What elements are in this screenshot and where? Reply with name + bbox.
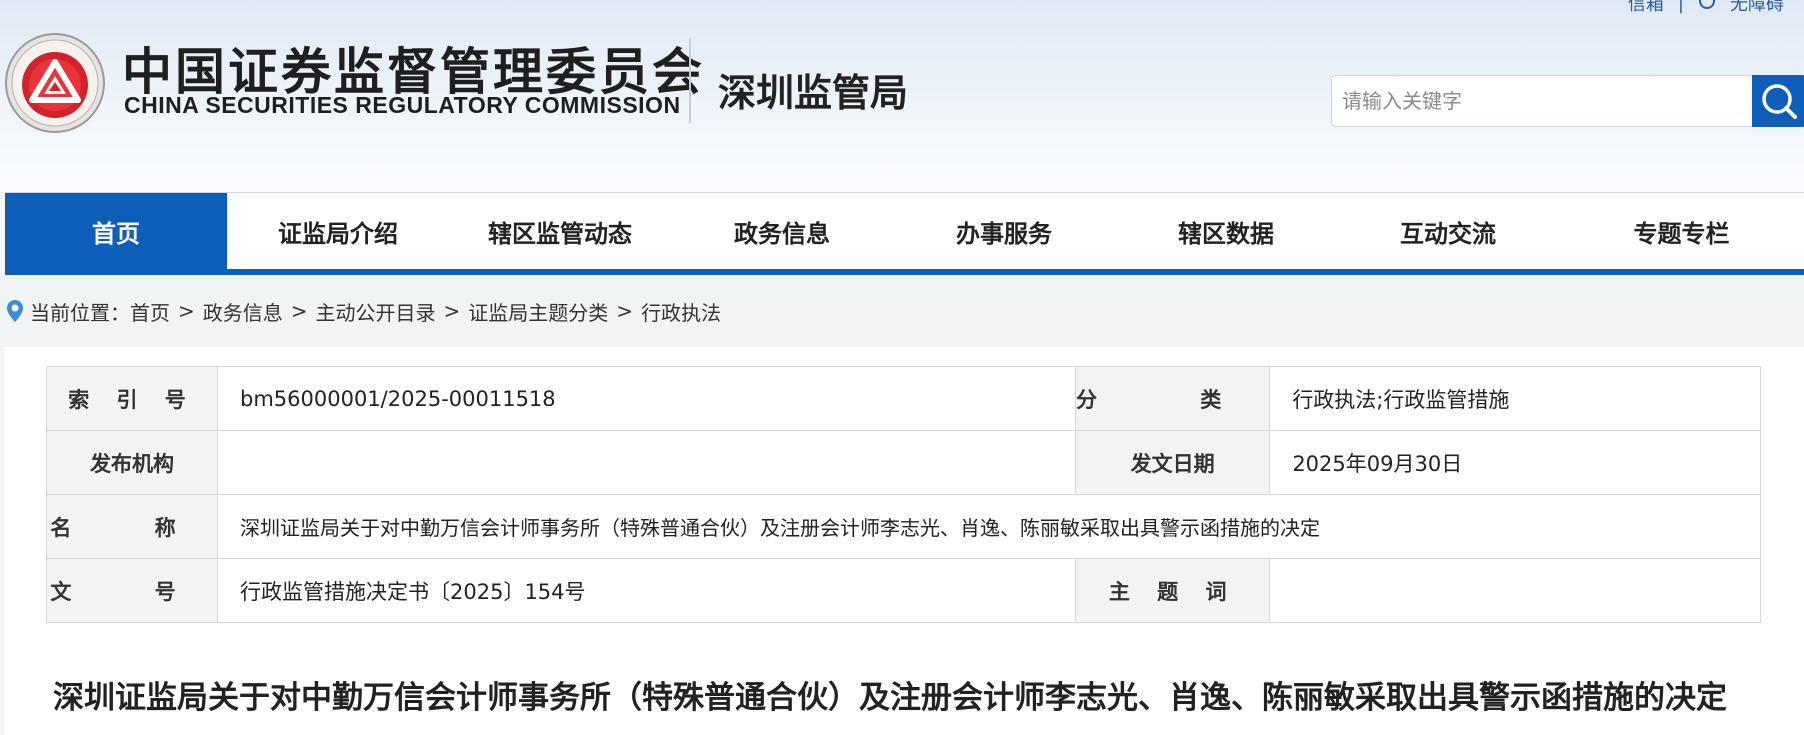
breadcrumb-administrative-enforcement[interactable]: 行政执法 <box>641 297 721 326</box>
table-row: 名 称 深圳证监局关于对中勤万信会计师事务所（特殊普通合伙）及注册会计师李志光、… <box>46 494 1761 559</box>
bureau-name: 深圳监管局 <box>718 71 909 115</box>
table-row: 文 号 行政监管措施决定书〔2025〕154号 主 题 词 <box>46 558 1761 623</box>
document-metadata-table: 索 引 号 bm56000001/2025-00011518 分 类 行政执法;… <box>46 366 1761 623</box>
breadcrumb-disclosure-catalog[interactable]: 主动公开目录 <box>316 297 436 326</box>
top-links-separator: | <box>1677 0 1684 14</box>
publisher-label: 发布机构 <box>46 430 218 495</box>
category-label: 分 类 <box>1074 366 1271 431</box>
breadcrumb-separator: > <box>178 299 195 323</box>
breadcrumb-government-info[interactable]: 政务信息 <box>203 297 283 326</box>
search-button[interactable] <box>1752 75 1804 127</box>
nav-government-info[interactable]: 政务信息 <box>671 193 893 270</box>
search-input[interactable] <box>1331 75 1753 127</box>
nav-home[interactable]: 首页 <box>5 193 227 270</box>
site-header: 信箱 | 无障碍 中国证券监督管理委员会 CHINA SECURITIES RE… <box>0 0 1804 192</box>
mailbox-link[interactable]: 信箱 <box>1628 0 1664 16</box>
publisher-value <box>217 430 1076 495</box>
date-label: 发文日期 <box>1074 430 1271 495</box>
date-value: 2025年09月30日 <box>1269 430 1761 495</box>
nav-interaction[interactable]: 互动交流 <box>1337 193 1559 270</box>
doc-number-value: 行政监管措施决定书〔2025〕154号 <box>217 558 1076 623</box>
keywords-value <box>1269 558 1761 623</box>
main-nav: 首页 证监局介绍 辖区监管动态 政务信息 办事服务 辖区数据 互动交流 专题专栏 <box>5 192 1804 270</box>
breadcrumb-prefix: 当前位置： <box>30 300 130 325</box>
content-area: 索 引 号 bm56000001/2025-00011518 分 类 行政执法;… <box>5 347 1804 735</box>
page: 信箱 | 无障碍 中国证券监督管理委员会 CHINA SECURITIES RE… <box>0 0 1804 735</box>
location-pin-icon <box>6 299 24 323</box>
accessibility-link[interactable]: 无障碍 <box>1730 0 1784 16</box>
name-label: 名 称 <box>46 494 218 559</box>
search-icon <box>1752 84 1804 130</box>
breadcrumb-topic-category[interactable]: 证监局主题分类 <box>468 297 608 326</box>
top-links: 信箱 | 无障碍 <box>1628 0 1784 16</box>
keywords-label: 主 题 词 <box>1074 558 1271 623</box>
nav-regional-data[interactable]: 辖区数据 <box>1115 193 1337 270</box>
index-value: bm56000001/2025-00011518 <box>217 366 1076 431</box>
nav-services[interactable]: 办事服务 <box>893 193 1115 270</box>
doc-number-label: 文 号 <box>46 558 218 623</box>
document-title: 深圳证监局关于对中勤万信会计师事务所（特殊普通合伙）及注册会计师李志光、肖逸、陈… <box>53 680 1727 716</box>
logo-divider <box>689 38 691 123</box>
table-row: 索 引 号 bm56000001/2025-00011518 分 类 行政执法;… <box>46 366 1761 431</box>
nav-special-topics[interactable]: 专题专栏 <box>1559 193 1804 270</box>
table-row: 发布机构 发文日期 2025年09月30日 <box>46 430 1761 495</box>
name-value: 深圳证监局关于对中勤万信会计师事务所（特殊普通合伙）及注册会计师李志光、肖逸、陈… <box>217 494 1761 559</box>
nav-bureau-intro[interactable]: 证监局介绍 <box>227 193 449 270</box>
accessibility-icon <box>1698 0 1716 15</box>
csrc-logo-seal[interactable] <box>4 32 106 134</box>
breadcrumb-separator: > <box>290 299 308 323</box>
breadcrumb-home[interactable]: 首页 <box>130 297 170 326</box>
index-label: 索 引 号 <box>46 366 218 431</box>
category-value: 行政执法;行政监管措施 <box>1269 366 1761 431</box>
breadcrumb: 当前位置： 首页 > 政务信息 > 主动公开目录 > 证监局主题分类 > 行政执… <box>0 275 1804 347</box>
breadcrumb-separator: > <box>616 299 634 323</box>
nav-regulatory-news[interactable]: 辖区监管动态 <box>449 193 671 270</box>
logo-english-name: CHINA SECURITIES REGULATORY COMMISSION <box>124 92 681 118</box>
breadcrumb-separator: > <box>443 299 461 323</box>
